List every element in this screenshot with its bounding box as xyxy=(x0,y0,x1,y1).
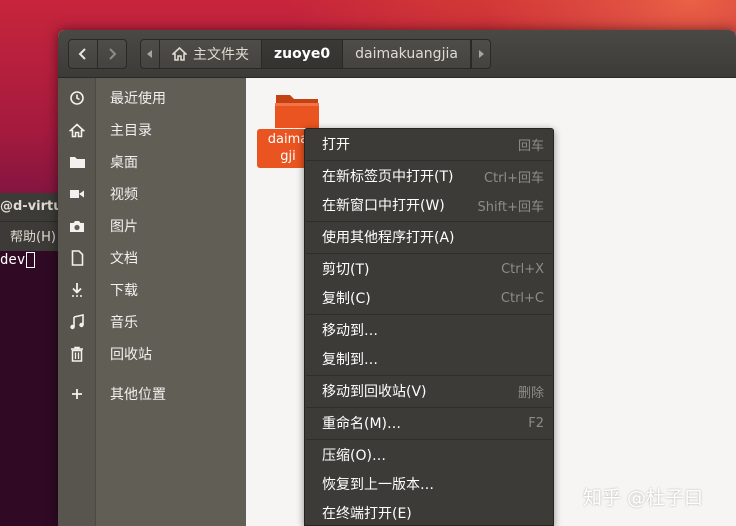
header-bar: 主文件夹 zuoye0 daimakuangjia xyxy=(58,30,736,78)
sidebar-item-downloads[interactable]: 下载 xyxy=(58,274,246,306)
terminal-cursor xyxy=(26,252,36,268)
sidebar-item-music[interactable]: 音乐 xyxy=(58,306,246,338)
sidebar-item-label: 视频 xyxy=(110,187,138,203)
menu-item-move-to[interactable]: 移动到… xyxy=(305,315,553,345)
menu-item-open-new-window[interactable]: 在新窗口中打开(W) Shift+回车 xyxy=(305,190,553,220)
menu-item-compress[interactable]: 压缩(O)… xyxy=(305,440,553,470)
menu-item-accel: Ctrl+X xyxy=(501,261,544,277)
menu-item-label: 打开 xyxy=(322,137,350,153)
sidebar-item-label: 图片 xyxy=(110,219,138,235)
menu-item-copy[interactable]: 复制(C) Ctrl+C xyxy=(305,283,553,313)
menu-item-label: 在新标签页中打开(T) xyxy=(322,169,454,185)
sidebar-item-label: 文档 xyxy=(110,251,138,267)
recent-icon xyxy=(58,90,96,106)
menu-item-cut[interactable]: 剪切(T) Ctrl+X xyxy=(305,254,553,284)
sidebar-item-home[interactable]: 主目录 xyxy=(58,114,246,146)
menu-item-accel: 回车 xyxy=(517,138,544,154)
sidebar-item-other-locations[interactable]: 其他位置 xyxy=(58,378,246,410)
video-icon xyxy=(58,188,96,200)
sidebar-item-label: 桌面 xyxy=(110,155,138,171)
terminal-title: @d-virtu xyxy=(0,193,60,221)
sidebar: 最近使用 主目录 桌面 视频 图片 文档 下载 音乐 回收站 其他位置 xyxy=(58,78,246,526)
back-button[interactable] xyxy=(68,39,98,69)
sidebar-item-desktop[interactable]: 桌面 xyxy=(58,146,246,178)
folder-icon[interactable] xyxy=(274,91,320,129)
triangle-left-icon xyxy=(147,50,152,58)
menu-item-accel: Ctrl+C xyxy=(500,290,544,306)
path-scroll-right-button[interactable] xyxy=(470,39,491,69)
sidebar-item-label: 音乐 xyxy=(110,315,138,331)
plus-icon xyxy=(58,388,96,400)
terminal-prompt-line: dev xyxy=(0,251,60,269)
sidebar-item-videos[interactable]: 视频 xyxy=(58,178,246,210)
menu-item-open-in-terminal[interactable]: 在终端打开(E) xyxy=(305,498,553,526)
sidebar-item-trash[interactable]: 回收站 xyxy=(58,338,246,370)
menu-item-accel: 删除 xyxy=(517,385,544,401)
menu-item-accel: Ctrl+回车 xyxy=(483,170,544,186)
menu-item-label: 复制(C) xyxy=(322,291,371,307)
menu-item-label: 移动到… xyxy=(322,323,378,339)
menu-item-label: 重命名(M)… xyxy=(322,416,402,432)
chevron-left-icon xyxy=(78,48,86,60)
sidebar-item-label: 最近使用 xyxy=(110,91,166,107)
breadcrumb-home[interactable]: 主文件夹 xyxy=(160,39,262,69)
home-icon xyxy=(58,122,96,138)
terminal-prompt-text: dev xyxy=(0,252,26,268)
breadcrumb-home-label: 主文件夹 xyxy=(193,47,249,63)
triangle-right-icon xyxy=(478,50,484,58)
breadcrumb-zuoye0[interactable]: zuoye0 xyxy=(262,39,344,69)
menu-item-label: 在终端打开(E) xyxy=(322,506,412,522)
folder-icon xyxy=(58,155,96,169)
menu-item-label: 复制到… xyxy=(322,352,378,368)
terminal-menu-help[interactable]: 帮助(H) xyxy=(0,221,60,251)
menu-item-label: 恢复到上一版本… xyxy=(322,477,434,493)
menu-item-move-to-trash[interactable]: 移动到回收站(V) 删除 xyxy=(305,376,553,406)
breadcrumb-daimakuangjia[interactable]: daimakuangjia xyxy=(343,39,471,69)
menu-item-open-new-tab[interactable]: 在新标签页中打开(T) Ctrl+回车 xyxy=(305,161,553,191)
music-icon xyxy=(58,314,96,330)
camera-icon xyxy=(58,219,96,233)
menu-item-accel: Shift+回车 xyxy=(477,199,544,215)
menu-item-copy-to[interactable]: 复制到… xyxy=(305,344,553,374)
context-menu: 打开 回车 在新标签页中打开(T) Ctrl+回车 在新窗口中打开(W) Shi… xyxy=(304,128,554,526)
sidebar-item-label: 其他位置 xyxy=(110,387,166,403)
sidebar-item-label: 主目录 xyxy=(110,123,152,139)
menu-item-revert-version[interactable]: 恢复到上一版本… xyxy=(305,469,553,499)
chevron-right-icon xyxy=(109,48,117,60)
document-icon xyxy=(58,250,96,266)
menu-item-open[interactable]: 打开 回车 xyxy=(305,129,553,159)
menu-item-label: 移动到回收站(V) xyxy=(322,384,427,400)
home-icon xyxy=(172,47,187,61)
menu-item-rename[interactable]: 重命名(M)… F2 xyxy=(305,408,553,438)
watermark: 知乎 @杜子曰 xyxy=(583,487,704,509)
menu-item-label: 在新窗口中打开(W) xyxy=(322,198,445,214)
sidebar-item-pictures[interactable]: 图片 xyxy=(58,210,246,242)
path-bar: 主文件夹 zuoye0 daimakuangjia xyxy=(140,39,491,69)
menu-item-open-with[interactable]: 使用其他程序打开(A) xyxy=(305,222,553,252)
forward-button[interactable] xyxy=(97,39,127,69)
path-scroll-left-button[interactable] xyxy=(140,39,160,69)
sidebar-item-recent[interactable]: 最近使用 xyxy=(58,82,246,114)
download-icon xyxy=(58,282,96,298)
menu-item-label: 剪切(T) xyxy=(322,262,370,278)
menu-item-accel: F2 xyxy=(528,415,544,431)
menu-item-label: 使用其他程序打开(A) xyxy=(322,230,455,246)
terminal-window: @d-virtu 帮助(H) dev xyxy=(0,193,60,526)
trash-icon xyxy=(58,346,96,362)
menu-item-label: 压缩(O)… xyxy=(322,448,386,464)
sidebar-item-label: 下载 xyxy=(110,283,138,299)
sidebar-item-documents[interactable]: 文档 xyxy=(58,242,246,274)
sidebar-item-label: 回收站 xyxy=(110,347,152,363)
